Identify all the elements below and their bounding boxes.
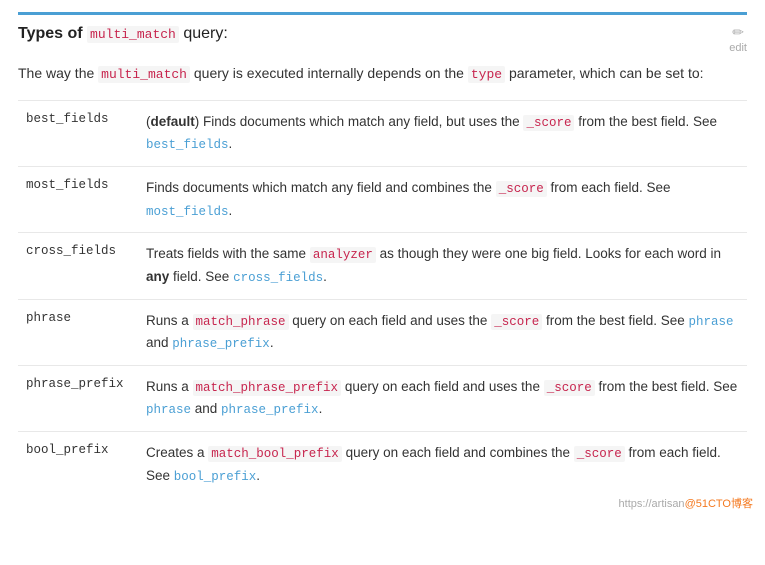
term-cell: most_fields — [18, 167, 138, 233]
desc-cell: Runs a match_phrase query on each field … — [138, 299, 747, 365]
term-code: most_fields — [26, 178, 109, 192]
term-cell: phrase — [18, 299, 138, 365]
term-cell: cross_fields — [18, 233, 138, 299]
term-code: bool_prefix — [26, 443, 109, 457]
term-code: phrase_prefix — [26, 377, 124, 391]
table-row: best_fields(default) Finds documents whi… — [18, 100, 747, 166]
bold-text: default — [151, 114, 195, 129]
inline-code: match_bool_prefix — [208, 446, 342, 462]
desc-link[interactable]: phrase — [689, 315, 734, 329]
desc-cell: Finds documents which match any field an… — [138, 167, 747, 233]
desc-link[interactable]: best_fields — [146, 138, 229, 152]
term-code: cross_fields — [26, 244, 116, 258]
footer-brand: @51CTO博客 — [685, 498, 753, 510]
items-table: best_fields(default) Finds documents whi… — [18, 100, 747, 498]
desc-link[interactable]: cross_fields — [233, 271, 323, 285]
footer-url-prefix: https://artisan — [619, 498, 685, 510]
inline-code: match_phrase — [193, 314, 289, 330]
title-row: Types of multi_match query: ✏ edit — [18, 25, 747, 54]
term-cell: best_fields — [18, 100, 138, 166]
page-container: Types of multi_match query: ✏ edit The w… — [0, 0, 765, 517]
inline-code: _score — [496, 181, 547, 197]
title-code: multi_match — [87, 26, 179, 43]
table-row: phrase_prefixRuns a match_phrase_prefix … — [18, 365, 747, 431]
edit-icon: ✏ — [732, 25, 744, 42]
bold-text: any — [146, 269, 169, 284]
inline-code: analyzer — [310, 247, 376, 263]
edit-label[interactable]: edit — [729, 42, 747, 54]
inline-code: _score — [574, 446, 625, 462]
page-title: Types of multi_match query: — [18, 25, 228, 43]
desc-type-code: type — [468, 66, 505, 83]
table-row: phraseRuns a match_phrase query on each … — [18, 299, 747, 365]
inline-code: match_phrase_prefix — [193, 380, 342, 396]
inline-code: _score — [491, 314, 542, 330]
desc-cell: Runs a match_phrase_prefix query on each… — [138, 365, 747, 431]
title-prefix: Types of — [18, 25, 87, 42]
desc-link[interactable]: phrase_prefix — [172, 337, 270, 351]
inline-code: _score — [544, 380, 595, 396]
term-code: best_fields — [26, 112, 109, 126]
table-row: cross_fieldsTreats fields with the same … — [18, 233, 747, 299]
desc-link[interactable]: bool_prefix — [174, 470, 257, 484]
term-cell: bool_prefix — [18, 432, 138, 498]
title-suffix: query: — [179, 25, 228, 42]
inline-code: _score — [523, 115, 574, 131]
description: The way the multi_match query is execute… — [18, 62, 747, 86]
desc-cell: Treats fields with the same analyzer as … — [138, 233, 747, 299]
desc-link[interactable]: phrase — [146, 403, 191, 417]
desc-cell: Creates a match_bool_prefix query on eac… — [138, 432, 747, 498]
desc-cell: (default) Finds documents which match an… — [138, 100, 747, 166]
term-code: phrase — [26, 311, 71, 325]
footer-url: https://artisan@51CTO博客 — [619, 495, 753, 511]
top-bar — [18, 12, 747, 15]
desc-link[interactable]: most_fields — [146, 205, 229, 219]
desc-link[interactable]: phrase_prefix — [221, 403, 319, 417]
edit-area: ✏ edit — [729, 25, 747, 54]
term-cell: phrase_prefix — [18, 365, 138, 431]
table-row: most_fieldsFinds documents which match a… — [18, 167, 747, 233]
table-row: bool_prefixCreates a match_bool_prefix q… — [18, 432, 747, 498]
desc-multi-match-code: multi_match — [98, 66, 190, 83]
